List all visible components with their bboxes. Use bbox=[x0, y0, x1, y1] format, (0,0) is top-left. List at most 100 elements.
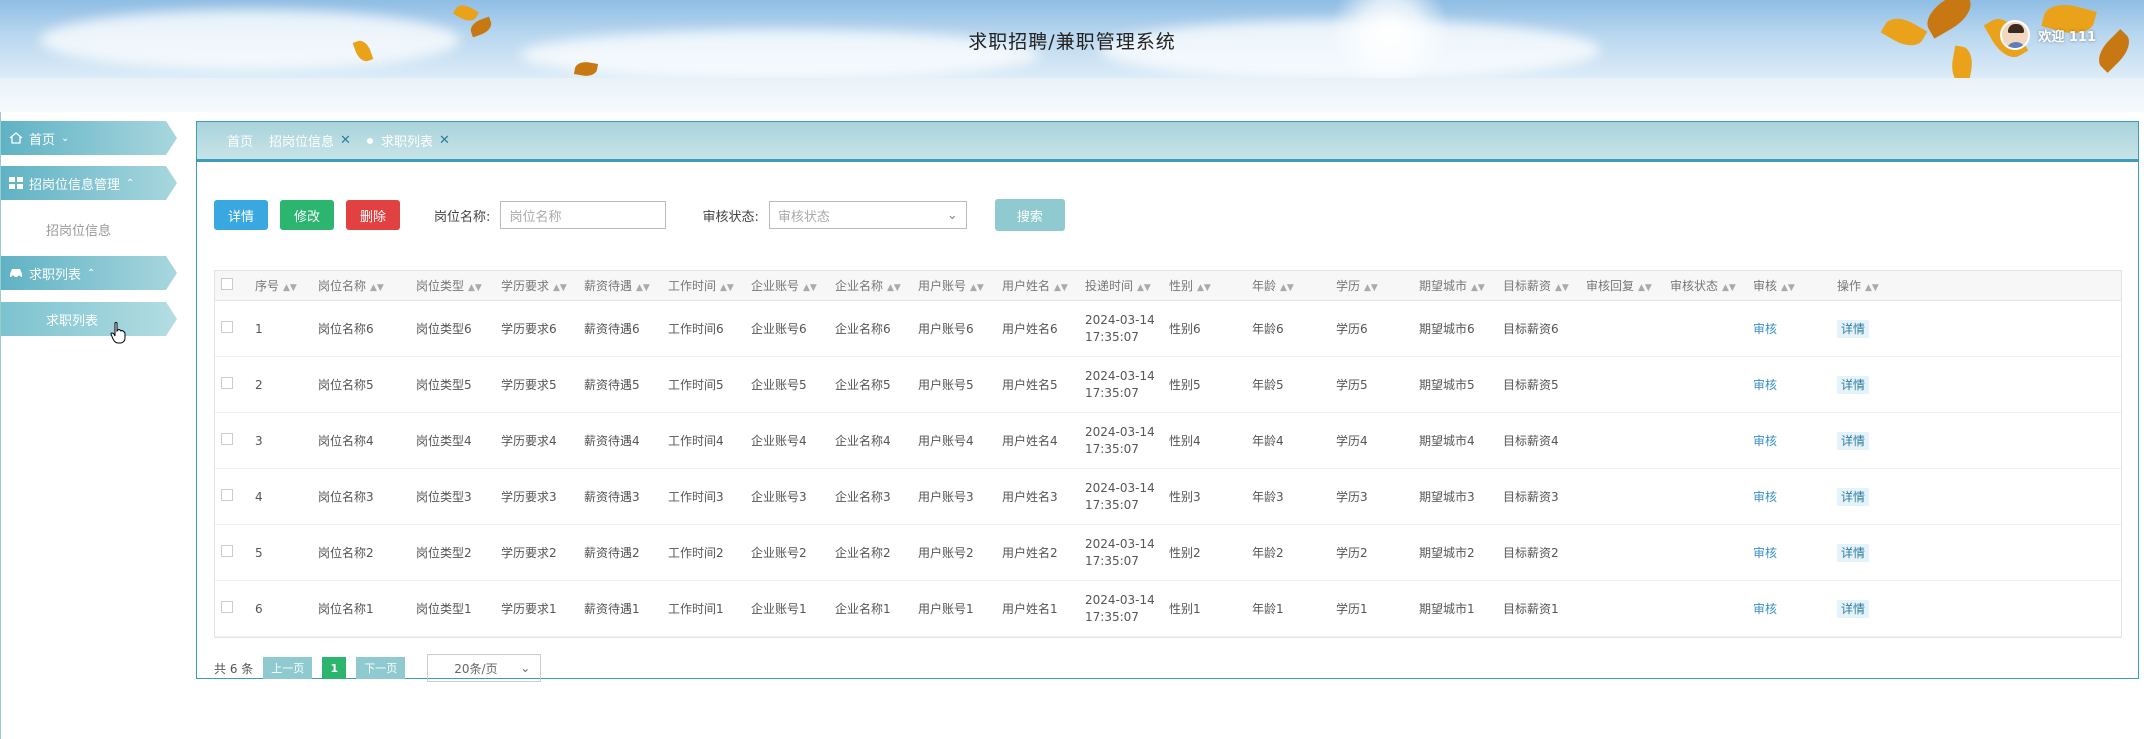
sort-icon[interactable]: ▲▼ bbox=[468, 283, 482, 293]
row-checkbox[interactable] bbox=[215, 433, 255, 448]
column-header[interactable]: 企业账号 ▲▼ bbox=[751, 277, 835, 294]
column-header[interactable]: 投递时间 ▲▼ bbox=[1085, 277, 1169, 294]
next-page-button[interactable]: 下一页 bbox=[356, 657, 406, 679]
submit-date: 2024-03-14 bbox=[1085, 312, 1155, 327]
sidebar-item-home[interactable]: 首页 ⌄ bbox=[1, 121, 177, 155]
column-header[interactable]: 序号 ▲▼ bbox=[255, 277, 318, 294]
column-header[interactable]: 学历 ▲▼ bbox=[1336, 277, 1419, 294]
detail-button[interactable]: 详情 bbox=[214, 200, 269, 230]
sort-icon[interactable]: ▲▼ bbox=[1137, 283, 1151, 293]
sort-icon[interactable]: ▲▼ bbox=[887, 283, 901, 293]
table-cell: 学历要求4 bbox=[501, 432, 584, 449]
sort-icon[interactable]: ▲▼ bbox=[1364, 283, 1378, 293]
table-cell[interactable]: 详情 bbox=[1837, 544, 1870, 562]
table-cell[interactable]: 审核 bbox=[1753, 376, 1837, 393]
row-checkbox[interactable] bbox=[215, 377, 255, 392]
review-link[interactable]: 审核 bbox=[1753, 602, 1777, 616]
row-checkbox[interactable] bbox=[215, 321, 255, 336]
row-checkbox[interactable] bbox=[215, 545, 255, 560]
sort-icon[interactable]: ▲▼ bbox=[1197, 283, 1211, 293]
column-header[interactable]: 工作时间 ▲▼ bbox=[668, 277, 751, 294]
sort-icon[interactable]: ▲▼ bbox=[636, 283, 650, 293]
table-cell[interactable]: 审核 bbox=[1753, 432, 1837, 449]
select-all-checkbox[interactable] bbox=[215, 278, 255, 293]
review-link[interactable]: 审核 bbox=[1753, 434, 1777, 448]
review-link[interactable]: 审核 bbox=[1753, 322, 1777, 336]
sort-icon[interactable]: ▲▼ bbox=[1471, 283, 1485, 293]
table-cell[interactable]: 审核 bbox=[1753, 544, 1837, 561]
sidebar-group-job-info[interactable]: 招岗位信息管理 ⌃ bbox=[1, 166, 177, 200]
table-cell[interactable]: 详情 bbox=[1837, 320, 1870, 338]
table-cell[interactable]: 详情 bbox=[1837, 376, 1870, 394]
review-status-select[interactable]: 审核状态 ⌄ bbox=[768, 201, 967, 229]
submit-time: 17:35:07 bbox=[1085, 497, 1139, 512]
page-number-button[interactable]: 1 bbox=[322, 657, 347, 679]
sort-icon[interactable]: ▲▼ bbox=[553, 283, 567, 293]
column-header[interactable]: 薪资待遇 ▲▼ bbox=[584, 277, 668, 294]
sidebar-item-applications[interactable]: 求职列表 bbox=[1, 302, 177, 336]
sort-icon[interactable]: ▲▼ bbox=[1555, 283, 1569, 293]
close-icon[interactable]: ✕ bbox=[340, 133, 351, 148]
edit-button[interactable]: 修改 bbox=[280, 200, 335, 230]
column-header[interactable]: 审核状态 ▲▼ bbox=[1670, 277, 1753, 294]
job-name-input[interactable]: 岗位名称 bbox=[500, 201, 667, 229]
row-checkbox[interactable] bbox=[215, 489, 255, 504]
search-button[interactable]: 搜索 bbox=[994, 199, 1065, 231]
column-header[interactable]: 用户姓名 ▲▼ bbox=[1002, 277, 1085, 294]
row-detail-button[interactable]: 详情 bbox=[1837, 600, 1870, 618]
sidebar-group-applications[interactable]: 求职列表 ⌃ bbox=[1, 256, 177, 290]
page-size-select[interactable]: 20条/页 ⌄ bbox=[427, 654, 542, 682]
sort-icon[interactable]: ▲▼ bbox=[720, 283, 734, 293]
table-cell: 企业名称3 bbox=[835, 488, 918, 505]
row-detail-button[interactable]: 详情 bbox=[1837, 320, 1870, 338]
sort-icon[interactable]: ▲▼ bbox=[370, 283, 384, 293]
prev-page-button[interactable]: 上一页 bbox=[263, 657, 313, 679]
column-header[interactable]: 性别 ▲▼ bbox=[1169, 277, 1252, 294]
sort-icon[interactable]: ▲▼ bbox=[283, 283, 297, 293]
review-link[interactable]: 审核 bbox=[1753, 490, 1777, 504]
sort-icon[interactable]: ▲▼ bbox=[1054, 283, 1068, 293]
row-detail-button[interactable]: 详情 bbox=[1837, 544, 1870, 562]
sort-icon[interactable]: ▲▼ bbox=[1722, 283, 1736, 293]
column-header[interactable]: 学历要求 ▲▼ bbox=[501, 277, 584, 294]
user-area[interactable]: 欢迎 111 bbox=[2000, 20, 2096, 50]
table-cell[interactable]: 详情 bbox=[1837, 600, 1870, 618]
row-detail-button[interactable]: 详情 bbox=[1837, 376, 1870, 394]
sidebar-item-job-info[interactable]: 招岗位信息 bbox=[46, 220, 111, 239]
column-header[interactable]: 岗位类型 ▲▼ bbox=[416, 277, 501, 294]
tab-home[interactable]: 首页 bbox=[227, 131, 253, 150]
table-cell: 年龄6 bbox=[1252, 320, 1336, 337]
cell-text: 用户姓名3 bbox=[1002, 490, 1058, 504]
sort-icon[interactable]: ▲▼ bbox=[1865, 283, 1879, 293]
tab-applications[interactable]: 求职列表 ✕ bbox=[366, 131, 450, 150]
column-header[interactable]: 期望城市 ▲▼ bbox=[1419, 277, 1503, 294]
column-header[interactable]: 审核回复 ▲▼ bbox=[1586, 277, 1670, 294]
row-checkbox[interactable] bbox=[215, 601, 255, 616]
row-detail-button[interactable]: 详情 bbox=[1837, 432, 1870, 450]
tab-job-info[interactable]: 招岗位信息 ✕ bbox=[269, 131, 351, 150]
row-detail-button[interactable]: 详情 bbox=[1837, 488, 1870, 506]
column-header[interactable]: 用户账号 ▲▼ bbox=[918, 277, 1002, 294]
avatar[interactable] bbox=[2000, 20, 2031, 50]
close-icon[interactable]: ✕ bbox=[439, 133, 450, 148]
column-header[interactable]: 岗位名称 ▲▼ bbox=[318, 277, 416, 294]
review-link[interactable]: 审核 bbox=[1753, 378, 1777, 392]
sort-icon[interactable]: ▲▼ bbox=[970, 283, 984, 293]
sort-icon[interactable]: ▲▼ bbox=[1638, 283, 1652, 293]
table-cell: 岗位名称6 bbox=[318, 320, 416, 337]
table-cell[interactable]: 详情 bbox=[1837, 432, 1870, 450]
table-cell[interactable]: 审核 bbox=[1753, 320, 1837, 337]
column-header[interactable]: 操作 ▲▼ bbox=[1837, 277, 1879, 294]
delete-button[interactable]: 删除 bbox=[346, 200, 401, 230]
review-link[interactable]: 审核 bbox=[1753, 546, 1777, 560]
table-cell[interactable]: 详情 bbox=[1837, 488, 1870, 506]
sort-icon[interactable]: ▲▼ bbox=[1781, 283, 1795, 293]
table-cell[interactable]: 审核 bbox=[1753, 488, 1837, 505]
sort-icon[interactable]: ▲▼ bbox=[803, 283, 817, 293]
table-cell[interactable]: 审核 bbox=[1753, 600, 1837, 617]
column-header[interactable]: 年龄 ▲▼ bbox=[1252, 277, 1336, 294]
sort-icon[interactable]: ▲▼ bbox=[1280, 283, 1294, 293]
column-header[interactable]: 审核 ▲▼ bbox=[1753, 277, 1837, 294]
column-header[interactable]: 企业名称 ▲▼ bbox=[835, 277, 918, 294]
column-header[interactable]: 目标薪资 ▲▼ bbox=[1503, 277, 1586, 294]
